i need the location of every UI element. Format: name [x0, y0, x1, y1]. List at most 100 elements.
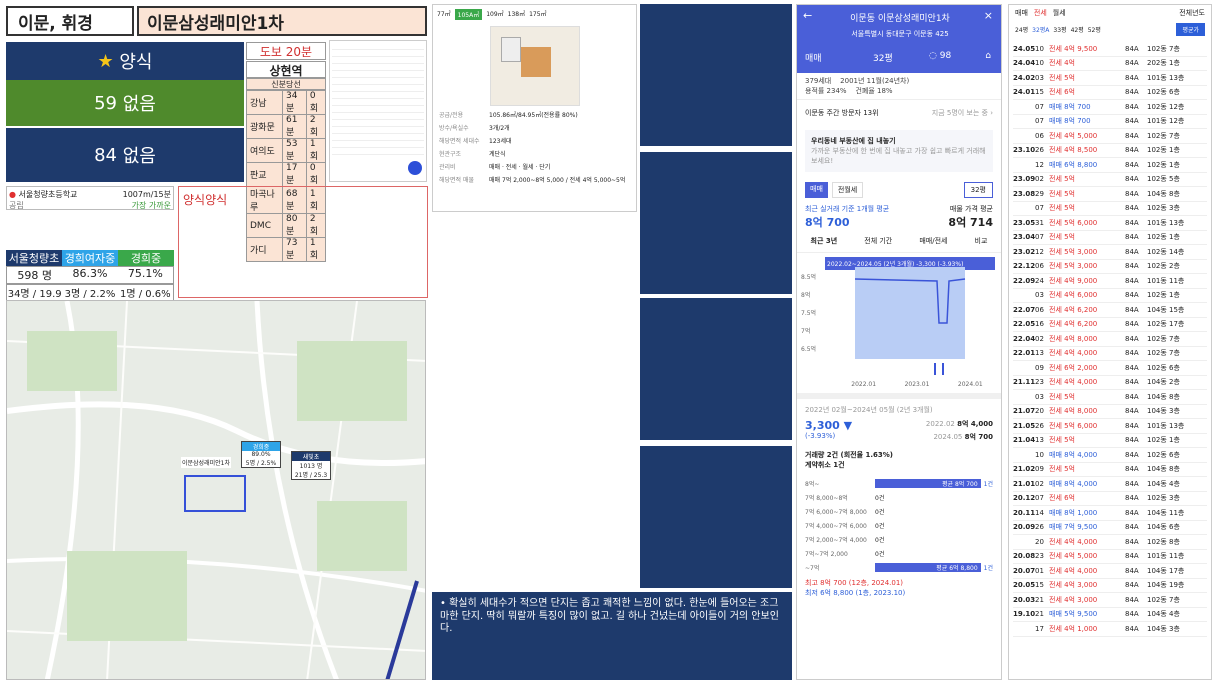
range-tab[interactable]: 최근 3년 — [811, 236, 838, 246]
table-cell: 102동 3층 — [1147, 204, 1180, 213]
school-2-v2: 1명 / 0.6% — [119, 289, 171, 300]
table-row[interactable]: 21.04 13 전세 5억 84A 102동 1층 — [1013, 434, 1207, 448]
table-row[interactable]: 21.01 02 매매 8억 4,000 84A 104동 4층 — [1013, 477, 1207, 492]
table-row[interactable]: 03 전세 4억 6,000 84A 102동 1층 — [1013, 289, 1207, 303]
table-row[interactable]: 21.11 23 전세 4억 4,000 84A 104동 2층 — [1013, 376, 1207, 390]
table-cell: 26 — [1035, 146, 1044, 155]
table-row[interactable]: 07 매매 8억 700 84A 102동 12층 — [1013, 100, 1207, 115]
year-filter[interactable]: 전체년도 — [1179, 8, 1205, 18]
table-row[interactable]: 12 매매 6억 8,800 84A 102동 1층 — [1013, 158, 1207, 173]
table-row[interactable]: 24.05 10 전세 4억 9,500 84A 102동 7층 — [1013, 42, 1207, 57]
y-tick: 7.5억 — [801, 310, 817, 317]
table-row[interactable]: 22.04 02 전세 4억 8,000 84A 102동 7층 — [1013, 332, 1207, 347]
table-cell: 84A — [1125, 102, 1139, 111]
table-cell: 101동 13층 — [1147, 218, 1185, 227]
floor-tab[interactable]: 138㎡ — [508, 9, 525, 20]
mobile-deal-tab[interactable]: 매매 — [805, 51, 822, 64]
floor-info-value: 3개/2개 — [489, 125, 510, 132]
table-row[interactable]: 20.08 23 전세 4억 5,000 84A 101동 11층 — [1013, 550, 1207, 564]
table-row[interactable]: 06 전세 4억 5,000 84A 102동 7층 — [1013, 129, 1207, 144]
range-tab[interactable]: 전체 기간 — [864, 236, 892, 246]
size-select[interactable]: 32평 — [963, 182, 993, 198]
table-cell: 24.05 — [1013, 44, 1035, 53]
table-cell: 전세 5억 — [1049, 436, 1075, 445]
close-icon[interactable]: × — [984, 9, 993, 22]
table-row[interactable]: 20.07 01 전세 4억 4,000 84A 104동 17층 — [1013, 564, 1207, 579]
table-cell: 84A — [1125, 421, 1139, 430]
station-line: 신분당선 — [246, 78, 326, 90]
size-col[interactable]: 33평 — [1053, 25, 1066, 34]
commute-cell: 광화문 — [246, 114, 283, 139]
floor-tab[interactable]: 175㎡ — [529, 9, 546, 20]
table-row[interactable]: 10 매매 8억 4,000 84A 102동 6층 — [1013, 448, 1207, 463]
range-tab[interactable]: 매매/전세 — [919, 236, 947, 246]
table-row[interactable]: 20.09 26 매매 7억 9,500 84A 104동 6층 — [1013, 521, 1207, 535]
floor-info-row: 현관구조 계단식 — [439, 149, 630, 158]
table-row[interactable]: 24.01 15 전세 6억 84A 102동 6층 — [1013, 86, 1207, 100]
table-cell: 전세 5억 — [1049, 189, 1075, 198]
table-row[interactable]: 07 매매 8억 700 84A 101동 12층 — [1013, 115, 1207, 129]
table-row[interactable]: 07 전세 5억 84A 102동 3층 — [1013, 202, 1207, 216]
table-row[interactable]: 21.05 26 전세 5억 6,000 84A 101동 13층 — [1013, 419, 1207, 434]
listing-tab[interactable]: 매매 — [1015, 8, 1028, 18]
btn-rent[interactable]: 전월세 — [831, 182, 864, 198]
table-row[interactable]: 22.12 06 전세 5억 3,000 84A 102동 2층 — [1013, 260, 1207, 274]
avg-price-button[interactable]: 평균가 — [1176, 23, 1205, 36]
table-cell: 03 — [1035, 291, 1044, 300]
bell-icon[interactable]: ⌂ — [985, 51, 991, 61]
table-cell: 21.04 — [1013, 436, 1035, 445]
table-row[interactable]: 19.10 21 매매 5억 9,500 84A 104동 4층 — [1013, 608, 1207, 622]
table-cell: 84A — [1125, 276, 1139, 285]
dist-count: 0건 — [875, 494, 885, 502]
table-row[interactable]: 03 전세 5억 84A 104동 8층 — [1013, 390, 1207, 405]
mobile-size-tab[interactable]: 32평 — [873, 51, 893, 64]
table-row[interactable]: 09 전세 6억 2,000 84A 102동 6층 — [1013, 361, 1207, 376]
table-row[interactable]: 20 전세 4억 4,000 84A 102동 8층 — [1013, 535, 1207, 550]
table-row[interactable]: 22.01 13 전세 4억 4,000 84A 102동 7층 — [1013, 347, 1207, 361]
table-cell: 102동 6층 — [1147, 450, 1180, 459]
floor-tab[interactable]: 109㎡ — [486, 9, 503, 20]
range-tab[interactable]: 비교 — [975, 236, 988, 246]
size-col[interactable]: 24평 — [1015, 25, 1028, 34]
table-row[interactable]: 23.05 31 전세 5억 6,000 84A 101동 13층 — [1013, 216, 1207, 231]
table-row[interactable]: 23.02 12 전세 5억 3,000 84A 102동 14층 — [1013, 245, 1207, 260]
table-row[interactable]: 21.02 09 전세 5억 84A 104동 8층 — [1013, 463, 1207, 477]
floor-tab[interactable]: 77㎡ — [437, 9, 451, 20]
table-cell: 20 — [1035, 537, 1044, 546]
table-row[interactable]: 21.07 20 전세 4억 8,000 84A 104동 3층 — [1013, 405, 1207, 419]
table-row[interactable]: 24.04 10 전세 4억 84A 202동 1층 — [1013, 57, 1207, 71]
map-view[interactable]: 이문삼성래미안1차 경희중 89.0% 5명 / 2.5% 새빛초 1013 명 21명… — [6, 300, 426, 680]
mini-row — [332, 127, 424, 134]
floor-tab[interactable]: 105A㎡ — [454, 9, 483, 20]
size-col[interactable]: 42평 — [1071, 25, 1084, 34]
table-cell: 매매 7억 9,500 — [1049, 523, 1098, 532]
table-row[interactable]: 20.11 14 매매 8억 1,000 84A 104동 11층 — [1013, 506, 1207, 521]
table-row[interactable]: 23.10 26 전세 4억 8,500 84A 102동 1층 — [1013, 144, 1207, 158]
table-row[interactable]: 20.12 07 전세 6억 84A 102동 3층 — [1013, 492, 1207, 506]
btn-sale[interactable]: 매매 — [805, 182, 828, 198]
table-row[interactable]: 24.02 03 전세 5억 84A 101동 13층 — [1013, 71, 1207, 86]
far: 용적률 234% — [805, 87, 847, 95]
comment-count[interactable]: ◌ 98 — [929, 51, 951, 61]
floor-info-key: 방수/욕실수 — [439, 125, 469, 132]
listing-tab[interactable]: 월세 — [1053, 8, 1066, 18]
table-cell: 24.02 — [1013, 73, 1035, 82]
table-row[interactable]: 23.09 02 전세 5억 84A 102동 5층 — [1013, 173, 1207, 187]
banner-title: 우리동네 부동산에 집 내놓기 — [811, 137, 896, 145]
floor-info-key: 해당면적 매물 — [439, 177, 475, 184]
table-row[interactable]: 22.07 06 전세 4억 6,200 84A 104동 15층 — [1013, 303, 1207, 318]
banner[interactable]: 우리동네 부동산에 집 내놓기 가까운 부동산에 한 번에 집 내놓고 가장 쉽고… — [805, 130, 993, 172]
table-row[interactable]: 22.09 24 전세 4억 9,000 84A 101동 11층 — [1013, 274, 1207, 289]
table-row[interactable]: 22.05 16 전세 4억 6,200 84A 102동 17층 — [1013, 318, 1207, 332]
table-row[interactable]: 23.08 29 전세 5억 84A 104동 8층 — [1013, 187, 1207, 202]
table-row[interactable]: 23.04 07 전세 5억 84A 102동 1층 — [1013, 231, 1207, 245]
fab-icon[interactable] — [408, 161, 422, 175]
size-col[interactable]: 32평A — [1032, 25, 1049, 34]
table-row[interactable]: 17 전세 4억 1,000 84A 104동 3층 — [1013, 622, 1207, 637]
table-row[interactable]: 20.03 21 전세 4억 3,000 84A 102동 7층 — [1013, 593, 1207, 608]
table-row[interactable]: 20.05 15 전세 4억 3,000 84A 104동 19층 — [1013, 579, 1207, 593]
size-col[interactable]: 52평 — [1088, 25, 1101, 34]
table-cell: 101동 13층 — [1147, 73, 1185, 82]
volume: 거래량 2건 (회전율 1.63%) — [805, 451, 893, 459]
listing-tab[interactable]: 전세 — [1034, 8, 1047, 18]
